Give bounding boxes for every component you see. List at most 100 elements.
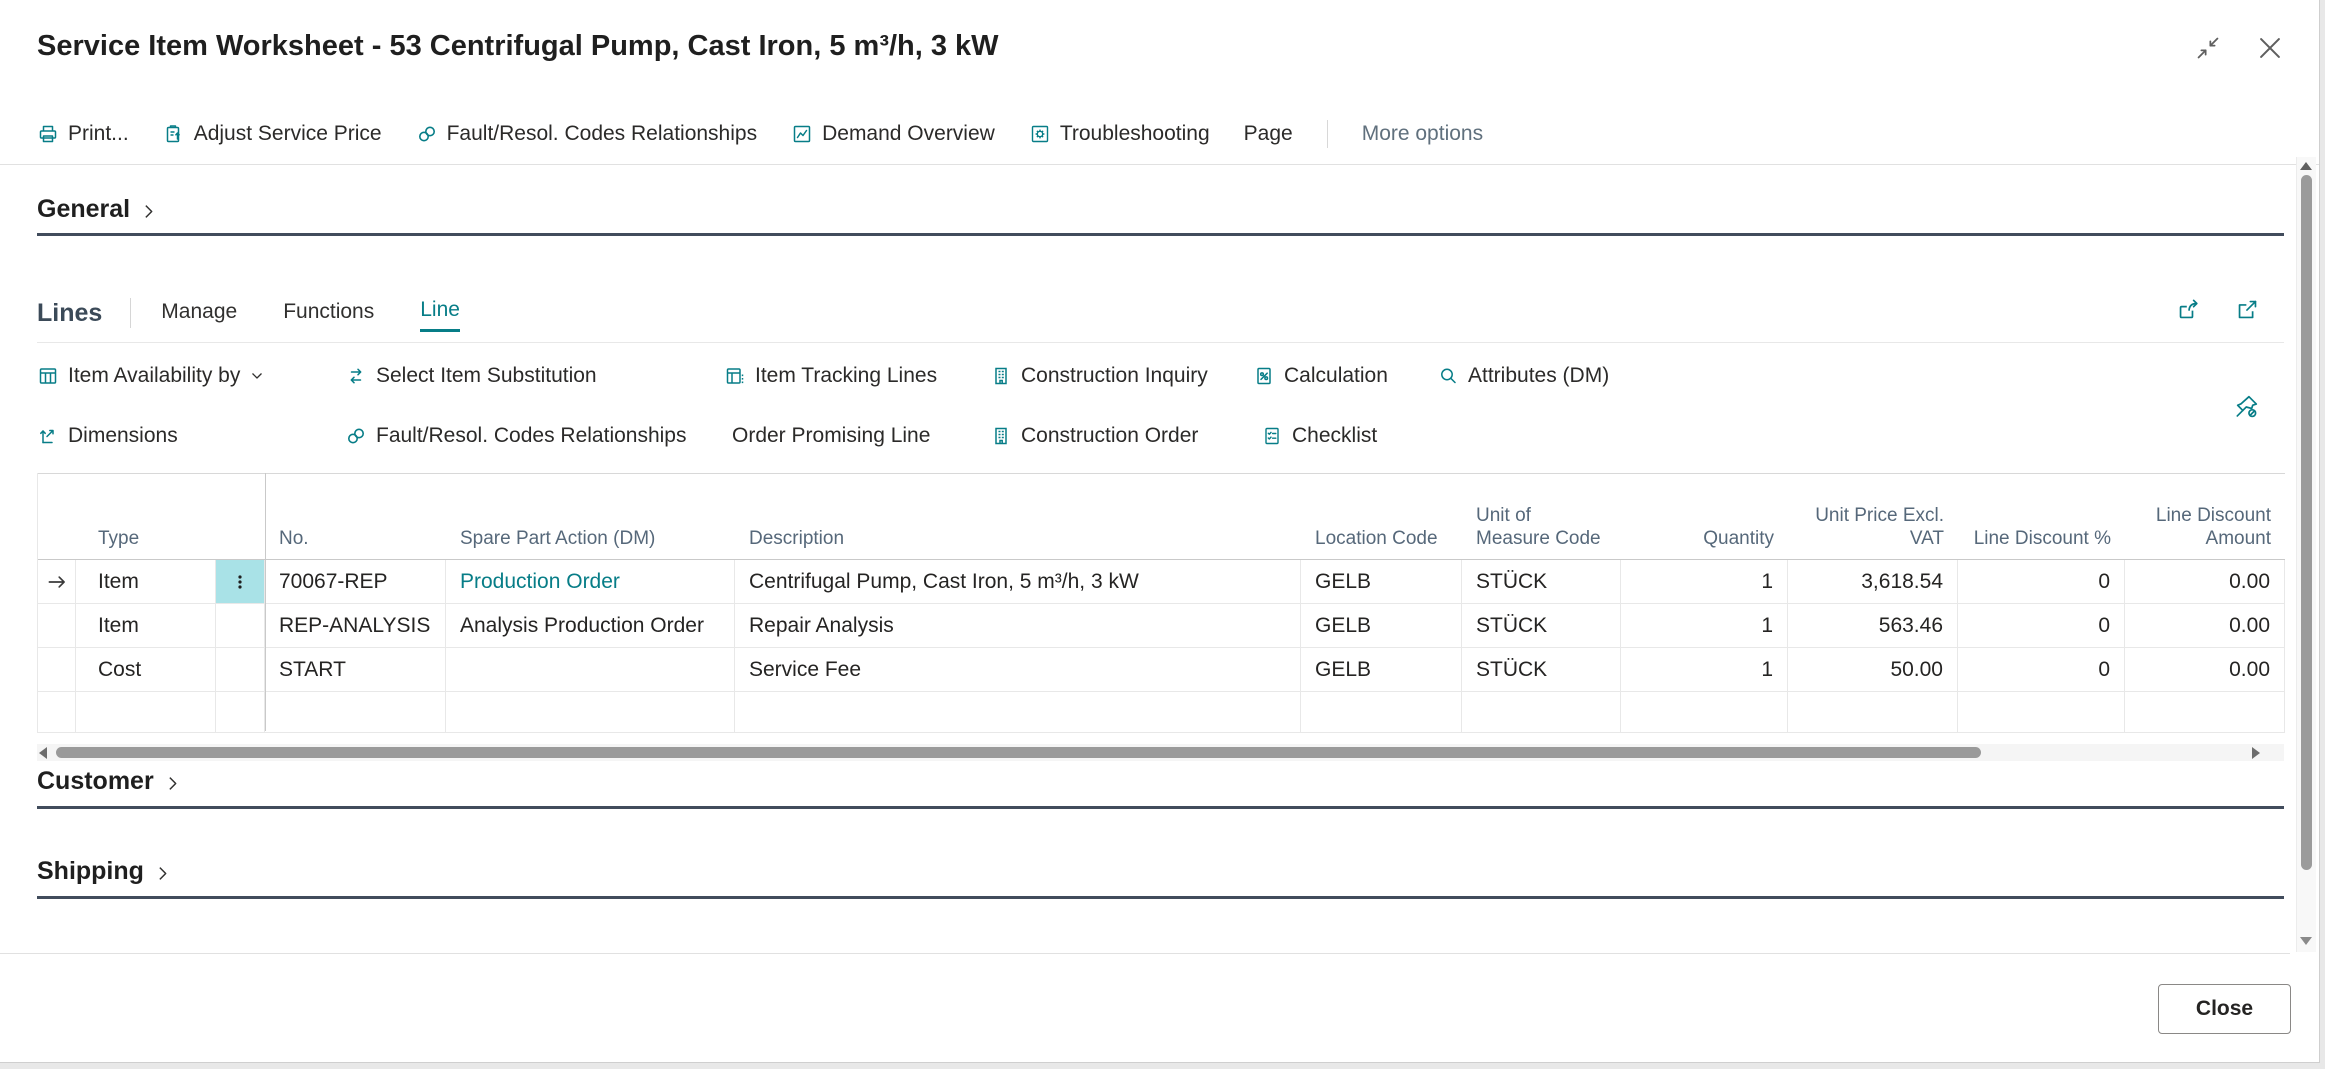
row-options-menu[interactable]	[216, 560, 265, 604]
cell-line-discount-amount[interactable]: 0.00	[2125, 648, 2285, 692]
cell-no[interactable]: REP-ANALYSIS	[265, 604, 446, 648]
vertical-scrollbar[interactable]	[2296, 157, 2316, 952]
adjust-service-price-label: Adjust Service Price	[194, 122, 382, 146]
cell-description[interactable]	[735, 692, 1301, 733]
fault-resol-codes-relationships-line-button[interactable]: Fault/Resol. Codes Relationships	[345, 415, 687, 457]
calculation-button[interactable]: Calculation	[1253, 355, 1388, 397]
cell-spare-part-action[interactable]	[446, 648, 735, 692]
customer-section-divider	[37, 806, 2284, 809]
construction-inquiry-button[interactable]: Construction Inquiry	[990, 355, 1208, 397]
cell-line-discount-pct[interactable]: 0	[1958, 648, 2125, 692]
cell-no[interactable]	[265, 692, 446, 733]
cell-line-discount-pct[interactable]	[1958, 692, 2125, 733]
cell-location-code[interactable]: GELB	[1301, 648, 1462, 692]
row-options-menu[interactable]	[216, 648, 265, 692]
cell-line-discount-amount[interactable]	[2125, 692, 2285, 733]
dimensions-button[interactable]: Dimensions	[37, 415, 178, 457]
table-row-empty	[38, 692, 2285, 733]
cell-quantity[interactable]: 1	[1621, 604, 1788, 648]
cell-type[interactable]: Item	[76, 560, 216, 604]
cell-no[interactable]: START	[265, 648, 446, 692]
vertical-scrollbar-thumb[interactable]	[2301, 175, 2312, 870]
cell-location-code[interactable]: GELB	[1301, 560, 1462, 604]
column-header-description[interactable]: Description	[735, 474, 1301, 559]
attributes-dm-button[interactable]: Attributes (DM)	[1437, 355, 1609, 397]
cell-description[interactable]: Repair Analysis	[735, 604, 1301, 648]
cell-no[interactable]: 70067-REP	[265, 560, 446, 604]
close-window-button[interactable]	[2252, 30, 2288, 66]
item-availability-by-button[interactable]: Item Availability by	[37, 355, 265, 397]
cell-unit-of-measure-code[interactable]: STÜCK	[1462, 604, 1621, 648]
cell-line-discount-pct[interactable]: 0	[1958, 604, 2125, 648]
checklist-button[interactable]: Checklist	[1261, 415, 1377, 457]
cell-quantity[interactable]: 1	[1621, 648, 1788, 692]
unpin-part-button[interactable]	[2233, 393, 2260, 420]
row-options-menu[interactable]	[216, 604, 265, 648]
cell-spare-part-action[interactable]: Analysis Production Order	[446, 604, 735, 648]
column-header-unit-price-excl-vat[interactable]: Unit Price Excl. VAT	[1788, 474, 1958, 559]
customer-section-header[interactable]: Customer	[37, 767, 181, 796]
order-promising-line-button[interactable]: Order Promising Line	[732, 415, 930, 457]
shipping-section-header[interactable]: Shipping	[37, 857, 171, 886]
column-header-line-discount-amount[interactable]: Line Discount Amount	[2125, 474, 2285, 559]
cell-unit-price-excl-vat[interactable]: 3,618.54	[1788, 560, 1958, 604]
cell-unit-of-measure-code[interactable]: STÜCK	[1462, 560, 1621, 604]
item-tracking-lines-button[interactable]: Item Tracking Lines	[724, 355, 937, 397]
cell-unit-price-excl-vat[interactable]: 563.46	[1788, 604, 1958, 648]
scroll-down-arrow-icon[interactable]	[2300, 937, 2312, 945]
general-section-header[interactable]: General	[37, 195, 157, 224]
adjust-service-price-icon	[163, 123, 185, 145]
troubleshooting-button[interactable]: Troubleshooting	[1029, 122, 1210, 146]
column-header-line-discount-pct[interactable]: Line Discount %	[1958, 474, 2125, 559]
column-header-quantity[interactable]: Quantity	[1621, 474, 1788, 559]
cell-location-code[interactable]: GELB	[1301, 604, 1462, 648]
scroll-up-arrow-icon[interactable]	[2300, 162, 2312, 170]
tab-manage[interactable]: Manage	[161, 296, 237, 331]
cell-spare-part-action[interactable]	[446, 692, 735, 733]
cell-type[interactable]	[76, 692, 216, 733]
page-menu-label: Page	[1244, 122, 1293, 146]
construction-order-button[interactable]: Construction Order	[990, 415, 1198, 457]
column-header-location-code[interactable]: Location Code	[1301, 474, 1462, 559]
scroll-left-arrow-icon[interactable]	[39, 747, 47, 759]
tab-line[interactable]: Line	[420, 294, 460, 332]
cell-quantity[interactable]: 1	[1621, 560, 1788, 604]
adjust-service-price-button[interactable]: Adjust Service Price	[163, 122, 382, 146]
horizontal-scrollbar-thumb[interactable]	[56, 747, 1981, 758]
column-header-unit-of-measure-code[interactable]: Unit of Measure Code	[1462, 474, 1621, 559]
cell-type[interactable]: Item	[76, 604, 216, 648]
cell-spare-part-action-link[interactable]: Production Order	[446, 560, 735, 604]
lines-grid: Type No. Spare Part Action (DM) Descript…	[37, 473, 2285, 733]
scroll-right-arrow-icon[interactable]	[2252, 747, 2260, 759]
codes-relationships-icon	[416, 123, 438, 145]
cell-unit-of-measure-code[interactable]: STÜCK	[1462, 648, 1621, 692]
column-header-no[interactable]: No.	[265, 474, 446, 559]
select-item-substitution-button[interactable]: Select Item Substitution	[345, 355, 597, 397]
tab-functions[interactable]: Functions	[283, 296, 374, 331]
cell-description[interactable]: Centrifugal Pump, Cast Iron, 5 m³/h, 3 k…	[735, 560, 1301, 604]
lines-title-separator	[130, 298, 131, 328]
open-in-new-window-button[interactable]	[2235, 297, 2260, 322]
more-options-button[interactable]: More options	[1362, 122, 1483, 146]
cell-unit-of-measure-code[interactable]	[1462, 692, 1621, 733]
column-header-spare-part-action[interactable]: Spare Part Action (DM)	[446, 474, 735, 559]
close-button[interactable]: Close	[2158, 984, 2291, 1034]
cell-line-discount-amount[interactable]: 0.00	[2125, 604, 2285, 648]
fault-resol-codes-relationships-line-label: Fault/Resol. Codes Relationships	[376, 424, 687, 448]
print-button[interactable]: Print...	[37, 122, 129, 146]
cell-line-discount-amount[interactable]: 0.00	[2125, 560, 2285, 604]
cell-location-code[interactable]	[1301, 692, 1462, 733]
cell-type[interactable]: Cost	[76, 648, 216, 692]
page-menu-button[interactable]: Page	[1244, 122, 1293, 146]
cell-description[interactable]: Service Fee	[735, 648, 1301, 692]
column-header-type[interactable]: Type	[76, 474, 216, 559]
fault-resol-codes-relationships-button[interactable]: Fault/Resol. Codes Relationships	[416, 122, 758, 146]
cell-unit-price-excl-vat[interactable]	[1788, 692, 1958, 733]
restore-window-button[interactable]	[2190, 30, 2226, 66]
cell-unit-price-excl-vat[interactable]: 50.00	[1788, 648, 1958, 692]
cell-line-discount-pct[interactable]: 0	[1958, 560, 2125, 604]
demand-overview-button[interactable]: Demand Overview	[791, 122, 995, 146]
share-button[interactable]	[2176, 297, 2201, 322]
cell-quantity[interactable]	[1621, 692, 1788, 733]
horizontal-scrollbar[interactable]	[37, 744, 2284, 761]
